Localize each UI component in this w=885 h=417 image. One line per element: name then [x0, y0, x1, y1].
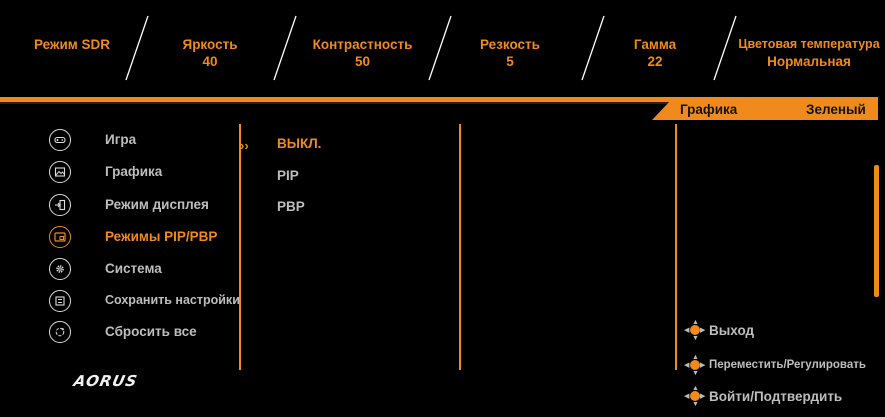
- status-gamma-label: Гамма: [633, 37, 677, 52]
- status-color-temp: Цветовая температура Нормальная: [733, 36, 885, 70]
- aorus-logo: AORUS: [72, 372, 140, 390]
- menu-label-display-mode: Режим дисплея: [105, 197, 209, 212]
- hint-enter-confirm-label: Войти/Подтвердить: [709, 389, 843, 404]
- column-divider: [675, 124, 677, 370]
- menu-label-pip-pbp: Режимы PIP/PBP: [105, 229, 218, 244]
- column-divider: [459, 124, 461, 370]
- input-icon: [49, 194, 71, 216]
- status-gamma: Гамма 22: [615, 36, 695, 70]
- picture-icon: [49, 161, 71, 183]
- status-contrast-label: Контрастность: [312, 37, 413, 52]
- status-sharpness-label: Резкость: [480, 37, 540, 52]
- separator-icon: [428, 15, 452, 81]
- column-divider: [239, 124, 241, 370]
- status-color-temp-label: Цветовая температура: [738, 37, 880, 51]
- joystick-icon: ▲ ▼ ◀ ▶: [684, 385, 706, 408]
- menu-item-reset-all[interactable]: Сбросить все: [49, 321, 249, 343]
- selection-arrow-icon: ››: [240, 138, 249, 153]
- gamepad-icon: [49, 129, 71, 151]
- menu-item-display-mode[interactable]: Режим дисплея: [49, 194, 249, 216]
- status-mode-label: Режим SDR: [33, 37, 111, 52]
- status-gamma-value: 22: [647, 54, 663, 69]
- menu-label-graphics: Графика: [105, 164, 163, 179]
- menu-label-system: Система: [105, 261, 162, 276]
- menu-item-save-settings[interactable]: Сохранить настройки: [49, 290, 249, 312]
- separator-icon: [125, 15, 149, 81]
- status-sharpness: Резкость 5: [455, 36, 565, 70]
- gear-icon: [49, 258, 71, 280]
- menu-label-reset-all: Сбросить все: [105, 324, 197, 339]
- pip-icon: [49, 226, 71, 248]
- scrollbar-thumb[interactable]: [874, 165, 879, 297]
- joystick-icon: ▲ ▼ ◀ ▶: [684, 354, 706, 377]
- menu-item-system[interactable]: Система: [49, 258, 249, 280]
- status-brightness-label: Яркость: [182, 37, 238, 52]
- tab-graphics[interactable]: Графика: [680, 102, 737, 117]
- tab-green[interactable]: Зеленый: [806, 102, 866, 117]
- separator-icon: [581, 15, 605, 81]
- status-brightness-value: 40: [202, 54, 218, 69]
- submenu-item-off[interactable]: ВЫКЛ.: [277, 136, 321, 151]
- category-tabs: Графика Зеленый: [652, 101, 878, 120]
- status-contrast-value: 50: [354, 54, 371, 69]
- menu-label-game: Игра: [105, 132, 137, 147]
- submenu-item-pip[interactable]: PIP: [277, 168, 299, 183]
- status-brightness: Яркость 40: [160, 36, 260, 70]
- status-sharpness-value: 5: [506, 54, 514, 69]
- hint-exit-label: Выход: [709, 323, 755, 338]
- save-icon: [49, 290, 71, 312]
- submenu-item-pbp[interactable]: PBP: [277, 199, 305, 214]
- status-mode: Режим SDR: [22, 36, 122, 53]
- menu-item-game[interactable]: Игра: [49, 129, 249, 151]
- menu-item-graphics[interactable]: Графика: [49, 161, 249, 183]
- reset-icon: [49, 321, 71, 343]
- hint-move-adjust-label: Переместить/Регулировать: [709, 359, 866, 371]
- status-color-temp-value: Нормальная: [767, 54, 851, 69]
- status-bar: Режим SDR Яркость 40 Контрастность 50 Ре…: [0, 0, 885, 93]
- menu-item-pip-pbp[interactable]: Режимы PIP/PBP: [49, 226, 249, 248]
- status-contrast: Контрастность 50: [295, 36, 430, 70]
- joystick-icon: ▲ ▼ ◀ ▶: [684, 319, 706, 342]
- menu-label-save-settings: Сохранить настройки: [105, 293, 240, 307]
